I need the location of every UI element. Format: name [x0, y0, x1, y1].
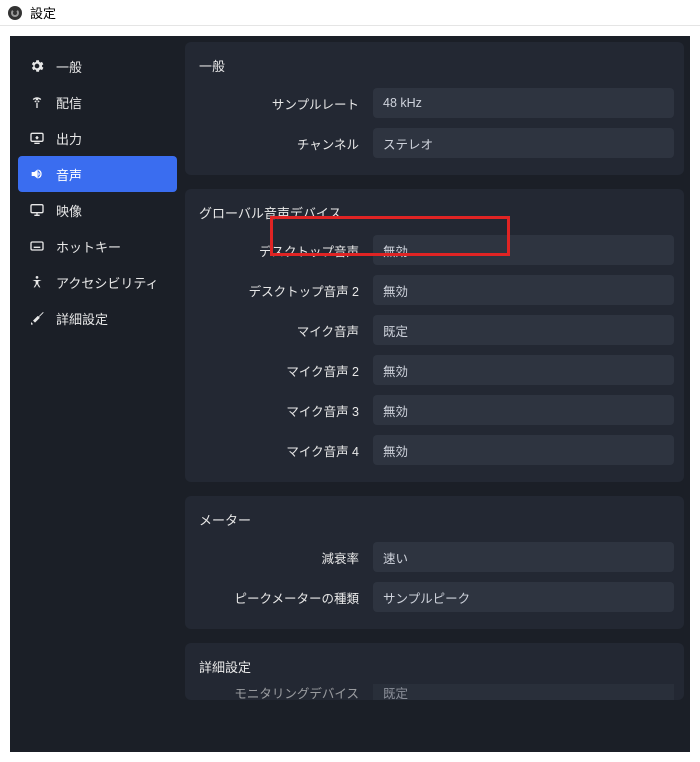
label-mic-audio-3: マイク音声 3: [195, 401, 365, 420]
select-mic-audio-3[interactable]: 無効: [373, 395, 674, 425]
row-mic-audio-3: マイク音声 3 無効: [185, 390, 684, 430]
sidebar-label: ホットキー: [56, 237, 121, 256]
keyboard-icon: [28, 237, 46, 255]
sidebar-label: 出力: [56, 129, 82, 148]
sidebar-item-hotkeys[interactable]: ホットキー: [18, 228, 177, 264]
label-channel: チャンネル: [195, 134, 365, 153]
sidebar-item-general[interactable]: 一般: [18, 48, 177, 84]
sidebar-label: アクセシビリティ: [56, 273, 159, 292]
gear-icon: [28, 57, 46, 75]
row-mic-audio-4: マイク音声 4 無効: [185, 430, 684, 470]
select-peak-meter-type[interactable]: サンプルピーク: [373, 582, 674, 612]
row-mic-audio-2: マイク音声 2 無効: [185, 350, 684, 390]
select-desktop-audio-2[interactable]: 無効: [373, 275, 674, 305]
panel-global-audio: グローバル音声デバイス デスクトップ音声 無効 デスクトップ音声 2 無効 マイ…: [185, 189, 684, 482]
output-icon: [28, 129, 46, 147]
row-mic-audio-1: マイク音声 既定: [185, 310, 684, 350]
select-mic-audio-1[interactable]: 既定: [373, 315, 674, 345]
monitor-icon: [28, 201, 46, 219]
sidebar-item-audio[interactable]: 音声: [18, 156, 177, 192]
sidebar-item-accessibility[interactable]: アクセシビリティ: [18, 264, 177, 300]
sidebar-label: 一般: [56, 57, 82, 76]
select-decay-rate[interactable]: 速い: [373, 542, 674, 572]
sidebar-label: 音声: [56, 165, 82, 184]
sidebar-item-stream[interactable]: 配信: [18, 84, 177, 120]
label-desktop-audio-2: デスクトップ音声 2: [195, 281, 365, 300]
settings-chrome: 一般 配信 出力: [10, 36, 690, 752]
window-title: 設定: [30, 3, 56, 22]
speaker-icon: [28, 165, 46, 183]
row-monitoring-device: モニタリングデバイス 既定: [185, 684, 684, 700]
settings-scroll[interactable]: 一般 サンプルレート 48 kHz チャンネル ステレオ グローバル音声デバイス: [185, 42, 684, 746]
sidebar-item-advanced[interactable]: 詳細設定: [18, 300, 177, 336]
label-mic-audio-2: マイク音声 2: [195, 361, 365, 380]
select-mic-audio-4[interactable]: 無効: [373, 435, 674, 465]
titlebar: 設定: [0, 0, 700, 26]
sidebar-label: 映像: [56, 201, 82, 220]
label-monitoring-device: モニタリングデバイス: [195, 684, 365, 700]
row-sample-rate: サンプルレート 48 kHz: [185, 83, 684, 123]
row-channel: チャンネル ステレオ: [185, 123, 684, 163]
row-decay-rate: 減衰率 速い: [185, 537, 684, 577]
panel-header-global-audio: グローバル音声デバイス: [185, 189, 684, 230]
label-sample-rate: サンプルレート: [195, 94, 365, 113]
settings-window: 設定 一般 配信: [0, 0, 700, 762]
sidebar-item-video[interactable]: 映像: [18, 192, 177, 228]
row-desktop-audio-1: デスクトップ音声 無効: [185, 230, 684, 270]
label-mic-audio-4: マイク音声 4: [195, 441, 365, 460]
panel-general: 一般 サンプルレート 48 kHz チャンネル ステレオ: [185, 42, 684, 175]
panel-header-advanced: 詳細設定: [185, 643, 684, 684]
main-panel: 一般 サンプルレート 48 kHz チャンネル ステレオ グローバル音声デバイス: [185, 36, 690, 752]
row-desktop-audio-2: デスクトップ音声 2 無効: [185, 270, 684, 310]
label-desktop-audio-1: デスクトップ音声: [195, 241, 365, 260]
select-channel[interactable]: ステレオ: [373, 128, 674, 158]
app-logo-icon: [8, 6, 22, 20]
accessibility-icon: [28, 273, 46, 291]
select-monitoring-device[interactable]: 既定: [373, 684, 674, 700]
label-peak-meter-type: ピークメーターの種類: [195, 588, 365, 607]
panel-header-general: 一般: [185, 42, 684, 83]
panel-header-meter: メーター: [185, 496, 684, 537]
label-mic-audio-1: マイク音声: [195, 321, 365, 340]
select-sample-rate[interactable]: 48 kHz: [373, 88, 674, 118]
panel-advanced: 詳細設定 モニタリングデバイス 既定: [185, 643, 684, 700]
panel-meter: メーター 減衰率 速い ピークメーターの種類 サンプルピーク: [185, 496, 684, 629]
label-decay-rate: 減衰率: [195, 548, 365, 567]
window-body: 一般 配信 出力: [0, 26, 700, 762]
row-peak-meter-type: ピークメーターの種類 サンプルピーク: [185, 577, 684, 617]
tools-icon: [28, 309, 46, 327]
select-mic-audio-2[interactable]: 無効: [373, 355, 674, 385]
select-desktop-audio-1[interactable]: 無効: [373, 235, 674, 265]
sidebar: 一般 配信 出力: [10, 36, 185, 752]
antenna-icon: [28, 93, 46, 111]
sidebar-label: 配信: [56, 93, 82, 112]
sidebar-item-output[interactable]: 出力: [18, 120, 177, 156]
sidebar-label: 詳細設定: [56, 309, 108, 328]
